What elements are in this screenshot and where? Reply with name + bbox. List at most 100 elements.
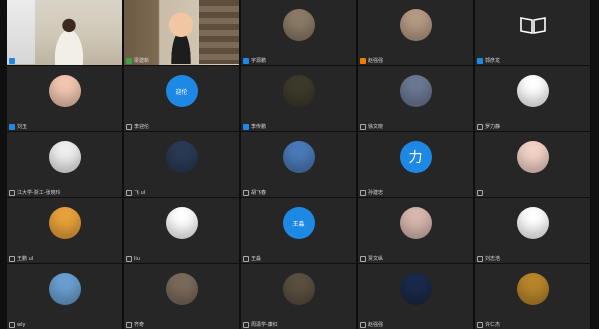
participant-label: 李传鹏: [251, 124, 267, 130]
participant-label: 孙建忠: [368, 190, 384, 196]
participant-tile[interactable]: 梁建新: [124, 0, 239, 65]
mic-muted-icon: [126, 123, 132, 130]
participant-tile[interactable]: 胡飞春: [241, 132, 356, 197]
participant-label: 刘玉: [17, 124, 28, 130]
participant-name: 罗力静: [477, 123, 500, 130]
participant-name: wly: [9, 322, 25, 328]
participant-name: 江大学-浙工-张晓玲: [9, 189, 61, 196]
participant-tile[interactable]: [475, 132, 590, 197]
participant-name: 梁建新: [126, 57, 149, 64]
participant-tile[interactable]: 周潇学-康红: [241, 264, 356, 329]
participant-tile[interactable]: 郭彦龙: [475, 0, 590, 65]
mic-muted-icon: [9, 255, 15, 262]
participant-name: 韩琳: [9, 57, 27, 64]
mic-muted-icon: [243, 255, 249, 262]
participant-tile[interactable]: 力孙建忠: [358, 132, 473, 197]
participant-name: 徐文晓: [360, 123, 383, 130]
participant-name: 胡飞春: [243, 189, 266, 196]
participant-name: 赵强强: [360, 57, 383, 64]
participant-tile[interactable]: 江大学-浙工-张晓玲: [7, 132, 122, 197]
participant-label: 胡飞春: [251, 190, 267, 196]
avatar-initials: 王淼: [292, 220, 305, 228]
participant-tile[interactable]: liu: [124, 198, 239, 263]
participant-label: 宇源鹏: [251, 58, 267, 64]
participant-label: 齐奇: [134, 322, 145, 328]
painting-icon: [282, 75, 315, 107]
avatar: 王淼: [282, 207, 315, 239]
participant-name: 许仁杰: [477, 321, 500, 328]
mic-icon: [9, 123, 15, 130]
participant-label: 王淼: [251, 256, 262, 262]
participant-label: 赵强强: [368, 58, 384, 64]
mic-muted-icon: [126, 189, 132, 196]
girl-portrait-icon: [516, 141, 549, 173]
mic-icon: [126, 57, 132, 64]
participant-name: 刘玉: [9, 123, 27, 130]
participant-tile[interactable]: 齐奇: [124, 264, 239, 329]
avatar-initials: 力: [408, 150, 423, 166]
participant-label: 王鹏 ul: [17, 256, 34, 262]
participant-tile[interactable]: 刘志浩: [475, 198, 590, 263]
participant-name: 周潇学-康红: [243, 321, 278, 328]
participant-tile[interactable]: 刘玉: [7, 66, 122, 131]
participant-tile[interactable]: 飞 ul: [124, 132, 239, 197]
participant-tile[interactable]: 王鹏 ul: [7, 198, 122, 263]
flower-sketch-icon: [516, 207, 549, 239]
avatar: 力: [399, 141, 432, 173]
participant-tile[interactable]: 迎伦李迎伦: [124, 66, 239, 131]
mic-icon: [9, 57, 15, 64]
mic-icon: [243, 123, 249, 130]
book-icon: [519, 15, 547, 35]
participant-tile[interactable]: 赵强强: [358, 0, 473, 65]
participant-tile[interactable]: 赵强强: [358, 264, 473, 329]
participant-name: 贾文纵: [360, 255, 383, 262]
participant-tile[interactable]: 罗力静: [475, 66, 590, 131]
participant-name: 王鹏 ul: [9, 255, 33, 262]
camera-video: [7, 0, 122, 65]
mic-icon: [360, 57, 366, 64]
mic-muted-icon: [360, 255, 366, 262]
participant-label: 赵强强: [368, 322, 384, 328]
participant-name: 孙建忠: [360, 189, 383, 196]
night-sky-icon: [165, 141, 198, 173]
participant-label: 贾文纵: [368, 256, 384, 262]
participant-label: 罗力静: [485, 124, 501, 130]
participant-tile[interactable]: 王淼 王淼: [241, 198, 356, 263]
mic-icon: [243, 57, 249, 64]
participant-name: 李传鹏: [243, 123, 266, 130]
mic-muted-icon: [477, 190, 483, 196]
participant-tile[interactable]: wly: [7, 264, 122, 329]
participant-label: 刘志浩: [485, 256, 501, 262]
mic-muted-icon: [360, 189, 366, 196]
participant-name: [477, 190, 485, 196]
sky-icon: [282, 141, 315, 173]
participant-tile[interactable]: 李传鹏: [241, 66, 356, 131]
participant-name: 李迎伦: [126, 123, 149, 130]
mic-muted-icon: [9, 322, 15, 328]
participant-label: 梁建新: [134, 58, 150, 64]
participant-tile[interactable]: 徐文晓: [358, 66, 473, 131]
participant-name: liu: [126, 256, 140, 262]
participant-tile[interactable]: 贾文纵: [358, 198, 473, 263]
participant-label: 周潇学-康红: [251, 322, 278, 328]
participant-label: 江大学-浙工-张晓玲: [17, 190, 61, 196]
mic-muted-icon: [477, 321, 483, 328]
mic-muted-icon: [243, 321, 249, 328]
participant-label: 徐文晓: [368, 124, 384, 130]
mic-muted-icon: [477, 123, 483, 130]
participant-label: liu: [134, 256, 140, 262]
horse-rider-icon: [282, 9, 315, 41]
participant-name: 刘志浩: [477, 255, 500, 262]
avatar-initials: 迎伦: [175, 88, 188, 96]
participant-label: wly: [17, 322, 26, 328]
mic-muted-icon: [243, 189, 249, 196]
participant-tile[interactable]: 许仁杰: [475, 264, 590, 329]
participant-tile[interactable]: 宇源鹏: [241, 0, 356, 65]
baby-icon: [399, 207, 432, 239]
temple-icon: [516, 273, 549, 305]
camera-video: [124, 0, 239, 65]
participant-name: 齐奇: [126, 321, 144, 328]
mic-icon: [477, 57, 483, 64]
participant-tile[interactable]: 韩琳: [7, 0, 122, 65]
sketch-icon: [48, 141, 81, 173]
